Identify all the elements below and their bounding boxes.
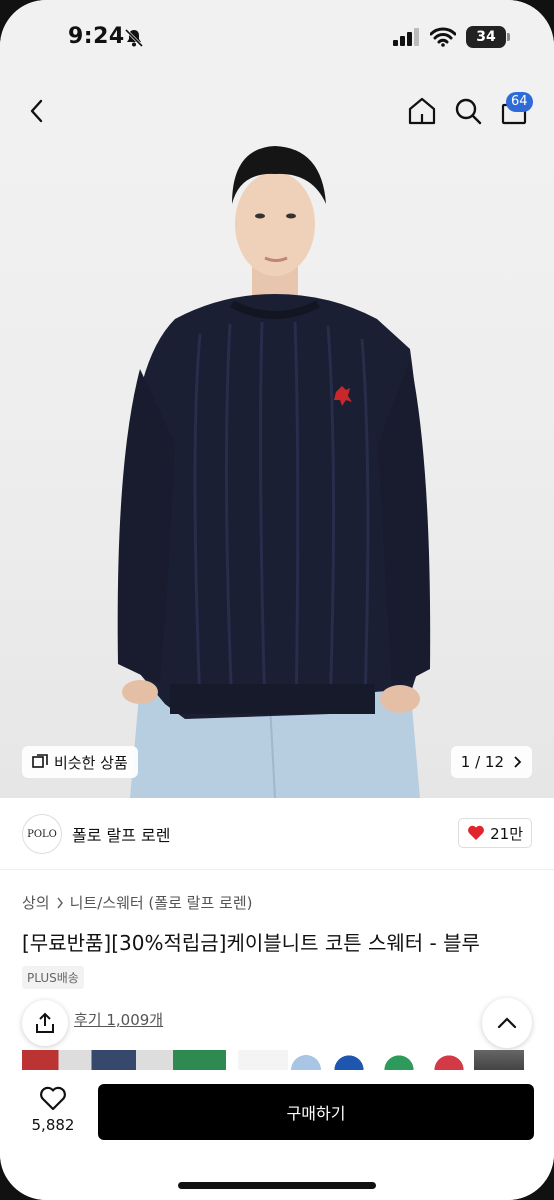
color-thumbnail[interactable] — [374, 1050, 424, 1070]
home-indicator — [178, 1182, 376, 1189]
color-thumbnails-strip[interactable] — [22, 1050, 554, 1070]
phone-screen: 9:24 34 64 비슷한 상품 1 / 12 POLO 폴로 랄프 로렌 2… — [0, 0, 554, 1200]
page-indicator-text: 1 / 12 — [460, 753, 504, 771]
wishlist-button[interactable]: 5,882 — [30, 1086, 76, 1134]
similar-items-icon — [32, 754, 48, 768]
scroll-top-button[interactable] — [482, 998, 532, 1048]
search-button[interactable] — [451, 94, 485, 128]
brand-logo: POLO — [22, 814, 62, 854]
chevron-left-icon — [30, 99, 43, 123]
color-thumbnail[interactable] — [424, 1050, 474, 1070]
product-photo — [117, 146, 431, 798]
color-thumbnail[interactable] — [474, 1050, 524, 1070]
brand-row[interactable]: POLO 폴로 랄프 로렌 21만 — [0, 798, 554, 870]
breadcrumb-level2[interactable]: 니트/스웨터 (폴로 랄프 로렌) — [70, 892, 253, 913]
share-icon — [36, 1012, 54, 1033]
breadcrumb-level1[interactable]: 상의 — [22, 892, 50, 913]
color-thumbnail[interactable] — [324, 1050, 374, 1070]
brand-like-button[interactable]: 21만 — [458, 818, 532, 848]
wishlist-count: 5,882 — [31, 1116, 75, 1134]
image-page-indicator[interactable]: 1 / 12 — [450, 746, 532, 778]
top-nav — [0, 78, 554, 144]
shipping-badge: PLUS배송 — [22, 966, 84, 989]
home-button[interactable] — [405, 94, 439, 128]
product-title: [무료반품][30%적립금]케이블니트 코튼 스웨터 - 블루 — [22, 931, 480, 955]
bottom-action-bar: 5,882 구매하기 — [0, 1070, 554, 1200]
color-thumbnail[interactable] — [288, 1050, 324, 1070]
back-button[interactable] — [20, 94, 54, 128]
cellular-signal-icon — [393, 28, 419, 46]
heart-outline-icon — [40, 1086, 66, 1111]
cart-count-badge: 64 — [506, 92, 533, 112]
chevron-right-icon — [57, 897, 63, 908]
breadcrumb: 상의 니트/스웨터 (폴로 랄프 로렌) — [22, 892, 252, 913]
similar-products-label: 비슷한 상품 — [54, 753, 128, 772]
heart-filled-icon — [468, 825, 485, 840]
buy-button[interactable]: 구매하기 — [98, 1084, 534, 1140]
chevron-up-icon — [497, 1017, 517, 1029]
battery-indicator: 34 — [466, 26, 510, 48]
chevron-right-icon — [514, 756, 522, 768]
color-thumbnail[interactable] — [238, 1050, 288, 1070]
wifi-icon — [430, 27, 456, 47]
bell-slash-icon — [124, 28, 144, 48]
brand-name[interactable]: 폴로 랄프 로렌 — [72, 822, 171, 846]
status-time: 9:24 — [68, 24, 125, 49]
similar-products-button[interactable]: 비슷한 상품 — [22, 746, 138, 778]
brand-like-count: 21만 — [490, 824, 523, 843]
product-image-carousel[interactable]: 비슷한 상품 1 / 12 — [0, 144, 554, 798]
color-thumbnail[interactable] — [22, 1050, 226, 1070]
share-button[interactable] — [22, 1000, 68, 1046]
search-icon — [455, 98, 482, 125]
review-link[interactable]: 후기 1,009개 — [74, 1009, 163, 1030]
status-bar: 9:24 34 — [0, 0, 554, 78]
home-icon — [408, 97, 436, 125]
